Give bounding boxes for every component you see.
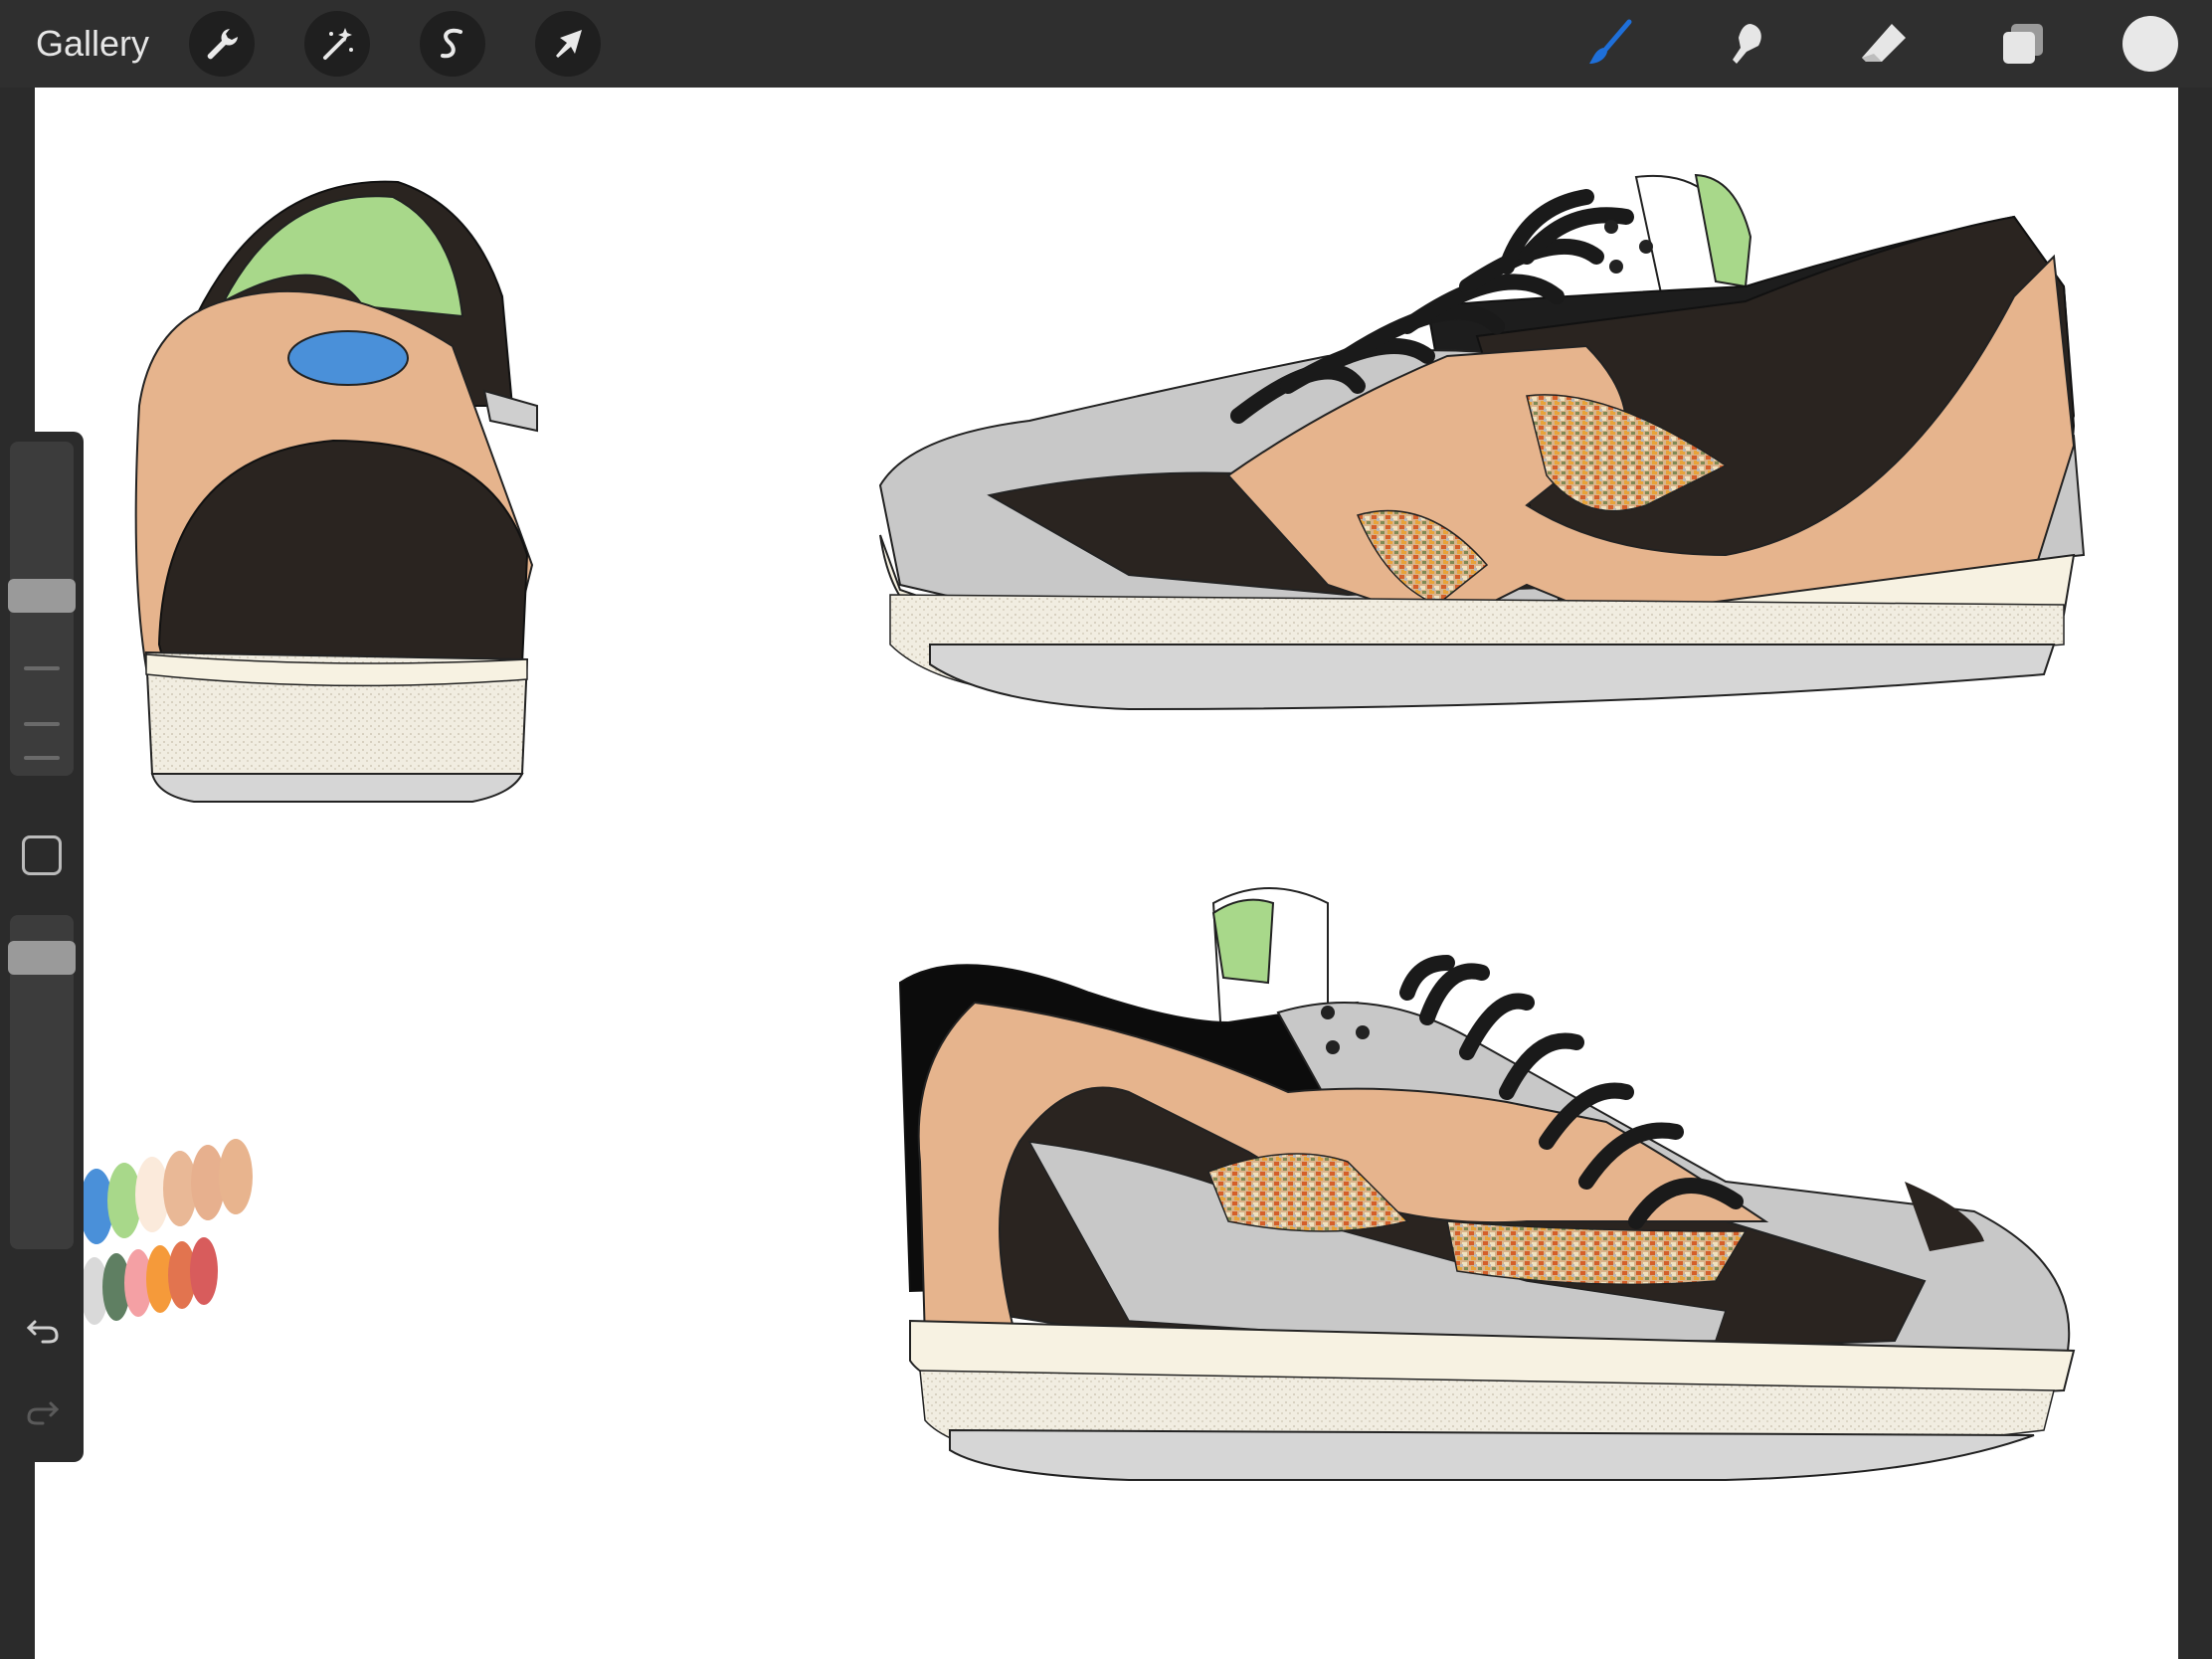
opacity-thumb[interactable] xyxy=(8,941,76,975)
smudge-icon[interactable] xyxy=(1717,14,1776,74)
slider-tick xyxy=(24,756,60,760)
selection-s-icon[interactable] xyxy=(420,11,485,77)
redo-icon[interactable] xyxy=(20,1386,66,1432)
shoe-side-view-bottom xyxy=(898,887,2076,1481)
layers-icon[interactable] xyxy=(1993,14,2053,74)
modify-button[interactable] xyxy=(22,835,62,875)
undo-icon[interactable] xyxy=(20,1305,66,1351)
gallery-button[interactable]: Gallery xyxy=(36,18,149,70)
shoe-side-view-top xyxy=(878,173,2086,711)
brush-size-thumb[interactable] xyxy=(8,579,76,613)
eraser-icon[interactable] xyxy=(1854,14,1914,74)
transform-arrow-icon[interactable] xyxy=(535,11,601,77)
drawing-canvas[interactable] xyxy=(35,88,2178,1659)
top-toolbar: Gallery xyxy=(0,0,2212,88)
shoe-artwork xyxy=(80,173,2086,1481)
shoe-rear-view xyxy=(134,180,538,803)
slider-tick xyxy=(24,722,60,726)
brush-icon[interactable] xyxy=(1579,14,1639,74)
palette-swatch xyxy=(190,1237,218,1305)
color-palette-swatches xyxy=(80,1139,253,1325)
color-picker-button[interactable] xyxy=(2122,16,2178,72)
wrench-icon[interactable] xyxy=(189,11,255,77)
magic-wand-icon[interactable] xyxy=(304,11,370,77)
slider-tick xyxy=(24,666,60,670)
left-sidebar xyxy=(0,432,84,1462)
palette-swatch xyxy=(219,1139,253,1214)
